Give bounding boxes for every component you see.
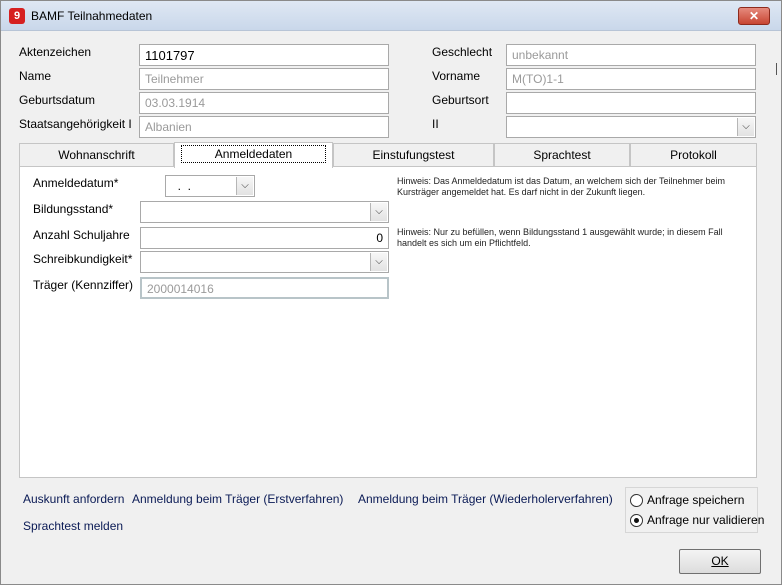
tab-anmeldedaten[interactable]: Anmeldedaten <box>174 142 333 168</box>
radio-anfrage-speichern-label: Anfrage speichern <box>647 493 745 507</box>
anmeldung-erstverfahren-link[interactable]: Anmeldung beim Träger (Erstverfahren) <box>132 492 343 506</box>
name-label: Name <box>19 69 52 83</box>
bildungsstand-label: Bildungsstand* <box>33 202 114 216</box>
tab-sprachtest[interactable]: Sprachtest <box>494 143 630 167</box>
geburtsdatum-label: Geburtsdatum <box>19 93 96 107</box>
scrollbar-edge <box>776 63 781 75</box>
anfrage-mode-group: Anfrage speichern Anfrage nur validieren <box>625 487 764 533</box>
radio-anfrage-validieren[interactable]: Anfrage nur validieren <box>630 513 764 529</box>
calendar-dropdown-icon[interactable]: ⌵ <box>236 177 253 195</box>
staatsangehoerigkeit-field[interactable]: Albanien <box>139 116 389 138</box>
name-field[interactable]: Teilnehmer <box>139 68 389 90</box>
geschlecht-field[interactable]: unbekannt <box>506 44 756 66</box>
radio-anfrage-validieren-label: Anfrage nur validieren <box>647 513 765 527</box>
chevron-down-icon[interactable]: ⌵ <box>370 203 387 221</box>
bildungsstand-select[interactable]: ⌵ <box>140 201 389 223</box>
staatsangehoerigkeit-ii-label: II <box>432 117 439 131</box>
anmeldedatum-label: Anmeldedatum* <box>33 176 119 190</box>
traeger-label: Träger (Kennziffer) <box>33 278 134 292</box>
staatsangehoerigkeit-label: Staatsangehörigkeit I <box>19 117 132 131</box>
anmeldedaten-panel: Anmeldedatum* . . ⌵ Bildungsstand* ⌵ Anz… <box>19 166 757 478</box>
schreibkundigkeit-select[interactable]: ⌵ <box>140 251 389 273</box>
geburtsort-label: Geburtsort <box>432 93 489 107</box>
traeger-field[interactable]: 2000014016 <box>140 277 389 299</box>
anmeldung-wiederholer-link[interactable]: Anmeldung beim Träger (Wiederholerverfah… <box>358 492 613 506</box>
ok-button-label: OK <box>711 554 729 568</box>
tab-einstufungstest[interactable]: Einstufungstest <box>333 143 494 167</box>
vorname-label: Vorname <box>432 69 481 83</box>
anmeldedatum-hint: Hinweis: Das Anmeldedatum ist das Datum,… <box>397 176 725 197</box>
schuljahre-label: Anzahl Schuljahre <box>33 228 130 242</box>
schuljahre-field[interactable]: 0 <box>140 227 389 249</box>
radio-anfrage-speichern[interactable]: Anfrage speichern <box>630 493 744 509</box>
sprachtest-melden-link[interactable]: Sprachtest melden <box>23 519 123 533</box>
radio-checked-icon[interactable] <box>630 514 643 528</box>
staatsangehoerigkeit-ii-select[interactable]: ⌵ <box>506 116 756 138</box>
geschlecht-label: Geschlecht <box>432 45 493 59</box>
tab-wohnanschrift[interactable]: Wohnanschrift <box>19 143 174 167</box>
close-button[interactable]: ✕ <box>738 7 770 25</box>
vorname-field[interactable]: M(TO)1-1 <box>506 68 756 90</box>
chevron-down-icon[interactable]: ⌵ <box>737 118 754 136</box>
tab-protokoll[interactable]: Protokoll <box>630 143 757 167</box>
radio-unchecked-icon[interactable] <box>630 494 643 508</box>
geburtsort-field[interactable] <box>506 92 756 114</box>
geburtsdatum-field[interactable]: 03.03.1914 <box>139 92 389 114</box>
anmeldedatum-value: . . <box>171 179 192 193</box>
anmeldedatum-field[interactable]: . . ⌵ <box>165 175 255 197</box>
chevron-down-icon[interactable]: ⌵ <box>370 253 387 271</box>
dialog-window: 9 BAMF Teilnahmedaten ✕ Aktenzeichen 110… <box>0 0 782 585</box>
schreibkundigkeit-label: Schreibkundigkeit* <box>33 252 133 266</box>
app-icon: 9 <box>9 8 25 24</box>
auskunft-anfordern-link[interactable]: Auskunft anfordern <box>23 492 124 506</box>
tab-bar: Wohnanschrift Anmeldedaten Einstufungste… <box>19 142 757 168</box>
aktenzeichen-label: Aktenzeichen <box>19 45 92 59</box>
aktenzeichen-field[interactable]: 1101797 <box>139 44 389 66</box>
ok-button[interactable]: OK <box>679 549 761 574</box>
tab-anmeldedaten-label: Anmeldedaten <box>180 145 327 163</box>
schuljahre-hint: Hinweis: Nur zu befüllen, wenn Bildungss… <box>397 227 723 248</box>
title-bar[interactable]: 9 BAMF Teilnahmedaten ✕ <box>1 1 781 31</box>
window-title: BAMF Teilnahmedaten <box>31 9 153 23</box>
